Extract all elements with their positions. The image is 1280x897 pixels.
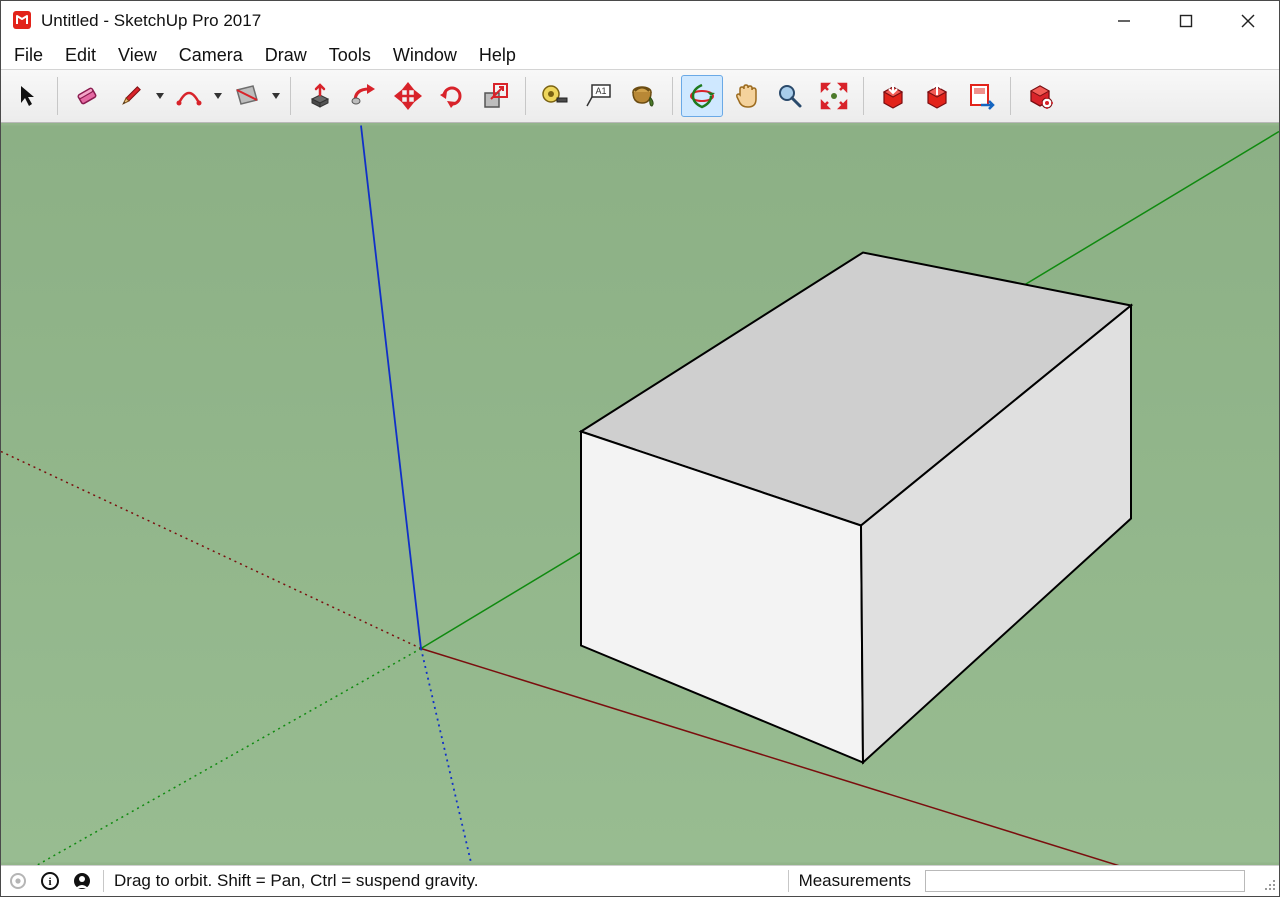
viewport[interactable]: [1, 123, 1279, 865]
svg-text:i: i: [48, 876, 51, 888]
menu-bar: File Edit View Camera Draw Tools Window …: [1, 41, 1279, 69]
zoom-tool[interactable]: [769, 75, 811, 117]
measurements-input[interactable]: [925, 870, 1245, 892]
toolbar-separator: [57, 77, 58, 115]
zoom-extents-tool[interactable]: [813, 75, 855, 117]
status-bar: i Drag to orbit. Shift = Pan, Ctrl = sus…: [1, 865, 1279, 896]
svg-text:A1: A1: [595, 86, 606, 96]
menu-file[interactable]: File: [5, 43, 52, 68]
toolbar-separator: [863, 77, 864, 115]
menu-edit[interactable]: Edit: [56, 43, 105, 68]
pencil-tool[interactable]: [110, 75, 152, 117]
titlebar: Untitled - SketchUp Pro 2017: [1, 1, 1279, 41]
geo-location-icon[interactable]: [7, 870, 29, 892]
scale-tool[interactable]: [475, 75, 517, 117]
toolbar-separator: [525, 77, 526, 115]
3d-warehouse-get-tool[interactable]: [872, 75, 914, 117]
close-button[interactable]: [1217, 1, 1279, 41]
profile-icon[interactable]: [71, 870, 93, 892]
orbit-tool[interactable]: [681, 75, 723, 117]
extension-manager-tool[interactable]: [1019, 75, 1061, 117]
titlebar-left: Untitled - SketchUp Pro 2017: [1, 9, 261, 34]
menu-tools[interactable]: Tools: [320, 43, 380, 68]
maximize-button[interactable]: [1155, 1, 1217, 41]
toolbar-separator: [672, 77, 673, 115]
pan-tool[interactable]: [725, 75, 767, 117]
resize-grip-icon[interactable]: [1259, 874, 1273, 888]
eraser-tool[interactable]: [66, 75, 108, 117]
toolbar: A1: [1, 69, 1279, 123]
toolbar-separator: [1010, 77, 1011, 115]
arc-tool[interactable]: [168, 75, 210, 117]
window-title: Untitled - SketchUp Pro 2017: [41, 11, 261, 31]
select-tool[interactable]: [7, 75, 49, 117]
tape-measure-tool[interactable]: [534, 75, 576, 117]
menu-window[interactable]: Window: [384, 43, 466, 68]
arc-dropdown[interactable]: [212, 91, 224, 101]
toolbar-separator: [290, 77, 291, 115]
send-to-layout-tool[interactable]: [960, 75, 1002, 117]
app-window: Untitled - SketchUp Pro 2017 File Edit V…: [0, 0, 1280, 897]
paint-bucket-tool[interactable]: [622, 75, 664, 117]
move-tool[interactable]: [387, 75, 429, 117]
app-icon: [11, 9, 33, 34]
menu-help[interactable]: Help: [470, 43, 525, 68]
rectangle-tool[interactable]: [226, 75, 268, 117]
menu-view[interactable]: View: [109, 43, 166, 68]
menu-draw[interactable]: Draw: [256, 43, 316, 68]
minimize-button[interactable]: [1093, 1, 1155, 41]
rectangle-dropdown[interactable]: [270, 91, 282, 101]
follow-me-tool[interactable]: [343, 75, 385, 117]
measurements-label: Measurements: [799, 871, 915, 891]
rotate-tool[interactable]: [431, 75, 473, 117]
pencil-dropdown[interactable]: [154, 91, 166, 101]
credits-icon[interactable]: i: [39, 870, 61, 892]
window-controls: [1093, 1, 1279, 41]
push-pull-tool[interactable]: [299, 75, 341, 117]
text-tool[interactable]: A1: [578, 75, 620, 117]
menu-camera[interactable]: Camera: [170, 43, 252, 68]
status-separator: [788, 870, 789, 892]
3d-warehouse-share-tool[interactable]: [916, 75, 958, 117]
scene-canvas[interactable]: [1, 123, 1279, 865]
status-separator: [103, 870, 104, 892]
status-hint: Drag to orbit. Shift = Pan, Ctrl = suspe…: [114, 871, 478, 891]
status-icons: i: [7, 870, 93, 892]
